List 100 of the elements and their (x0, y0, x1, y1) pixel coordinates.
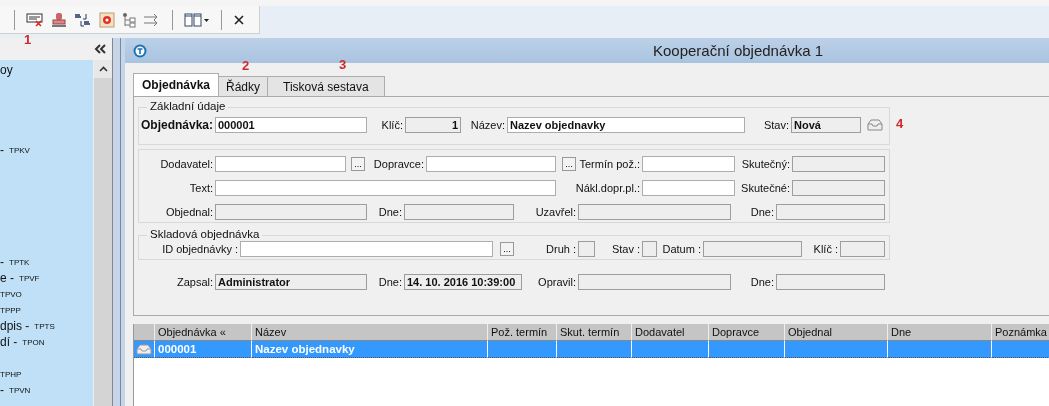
readonly-field[interactable] (776, 274, 885, 290)
field-label: Druh : (546, 243, 576, 255)
field-label: Dne: (378, 206, 402, 218)
column-header[interactable]: Název (252, 324, 488, 341)
sidebar-item-code[interactable]: TPTK (9, 257, 30, 267)
field-label: Objednal: (165, 206, 213, 218)
field-label: Zapsal: (176, 276, 213, 288)
field-label: Text: (189, 182, 213, 194)
column-header[interactable]: Poznámka (992, 324, 1049, 341)
field-label: Objednávka: (140, 118, 213, 132)
readonly-field[interactable] (215, 204, 367, 220)
column-header[interactable]: Dopravce (709, 324, 785, 341)
browse-button[interactable]: ... (562, 157, 576, 171)
sidebar-item-code[interactable]: TPON (22, 337, 45, 347)
text-field[interactable]: 000001 (215, 117, 367, 133)
field-label: ID objednávky : (162, 243, 238, 255)
sidebar-item-code[interactable]: TPPP (0, 305, 21, 315)
readonly-field[interactable] (776, 204, 885, 220)
text-field[interactable] (642, 156, 735, 172)
field-label: Název: (470, 119, 505, 131)
tree-icon[interactable] (122, 11, 136, 28)
field-label: Termín pož.: (579, 158, 640, 170)
text-field[interactable] (215, 180, 556, 196)
field-label: Opravil: (538, 276, 576, 288)
sidebar-item-code[interactable]: TPVN (9, 385, 31, 395)
readonly-field[interactable]: 1 (405, 117, 461, 133)
readonly-field[interactable] (642, 241, 657, 257)
readonly-field[interactable] (578, 274, 731, 290)
sidebar-item-text[interactable]: - (0, 143, 4, 157)
stamp-icon[interactable] (51, 11, 67, 28)
header-cell (134, 324, 155, 341)
annotation-number: 3 (339, 57, 347, 72)
readonly-field[interactable]: Administrator (215, 274, 367, 290)
sidebar-item-code[interactable]: TPTS (34, 321, 55, 331)
readonly-field[interactable] (578, 241, 595, 257)
field-label: Stav: (763, 119, 789, 131)
envelope-icon (136, 343, 152, 355)
splitter[interactable] (113, 38, 121, 406)
column-header[interactable]: Pož. termín (488, 324, 557, 341)
sidebar-item-code[interactable]: TPHP (0, 369, 22, 379)
columns-icon[interactable] (184, 12, 210, 27)
tab[interactable]: Tisková sestava (267, 76, 385, 96)
annotation-number: 4 (896, 116, 904, 131)
readonly-field[interactable] (703, 241, 802, 257)
field-label: Dne: (750, 206, 774, 218)
field-label: Dne: (378, 276, 402, 288)
column-header[interactable]: Objednal (785, 324, 888, 341)
field-label: Dopravce: (373, 158, 424, 170)
readonly-field[interactable] (578, 204, 731, 220)
column-header[interactable]: Dne (888, 324, 992, 341)
table-cell: Nazev objednavky (255, 343, 355, 355)
readonly-field[interactable]: Nová (791, 117, 861, 133)
envelope-icon[interactable] (867, 119, 883, 131)
field-label: Stav : (611, 243, 640, 255)
tab[interactable]: Objednávka (133, 73, 220, 96)
readonly-field[interactable] (404, 204, 514, 220)
field-label: Skutečné: (741, 182, 790, 194)
annotation-number: 2 (242, 58, 250, 73)
table-cell: 000001 (158, 343, 197, 355)
scroll-up-icon[interactable] (98, 66, 108, 72)
browse-button[interactable]: ... (351, 157, 365, 171)
text-field[interactable] (240, 241, 493, 257)
sidebar-item-code[interactable]: TPKV (9, 145, 30, 155)
field-label: Datum : (662, 243, 701, 255)
column-header[interactable]: Skut. termín (557, 324, 632, 341)
readonly-field[interactable] (840, 241, 885, 257)
sidebar-item-text[interactable]: - (0, 383, 4, 397)
sidebar-item-code[interactable]: TPVF (19, 273, 40, 283)
readonly-field[interactable]: 14. 10. 2016 10:39:00 (404, 274, 522, 290)
sidebar-item-text[interactable]: - (0, 255, 4, 269)
browse-button[interactable]: ... (500, 242, 514, 256)
close-icon[interactable] (233, 13, 245, 26)
field-label: Skutečný: (741, 158, 790, 170)
annotation-number: 1 (24, 32, 32, 47)
sidebar-item-text[interactable]: dpis - (0, 319, 30, 333)
column-header[interactable]: Objednávka « (155, 324, 252, 341)
text-field[interactable]: Nazev objednavky (507, 117, 745, 133)
window-title: Kooperační objednávka 1 (653, 42, 824, 59)
collapse-icon[interactable] (94, 44, 106, 54)
text-field[interactable] (215, 156, 346, 172)
readonly-field[interactable] (792, 156, 885, 172)
text-field[interactable] (426, 156, 556, 172)
column-header[interactable]: Dodavatel (632, 324, 709, 341)
sidebar-item-text[interactable]: oy (0, 63, 13, 77)
text-field[interactable] (642, 180, 735, 196)
sidebar-item-text[interactable]: dí - (0, 335, 18, 349)
group-title: Základní údaje (147, 100, 229, 112)
field-label: Dne: (750, 276, 774, 288)
sidebar-item-code[interactable]: TPVO (0, 289, 22, 299)
field-label: Nákl.dopr.pl.: (575, 182, 640, 194)
tab[interactable]: Řádky (218, 76, 269, 96)
readonly-field[interactable] (792, 180, 885, 196)
field-label: Uzavřel: (535, 206, 576, 218)
sidebar-item-text[interactable]: e - (0, 271, 14, 285)
field-label: Dodavatel: (160, 158, 213, 170)
group-title: Skladová objednávka (147, 228, 263, 240)
field-label: Klíč : (813, 243, 838, 255)
app-logo-icon (133, 43, 147, 58)
scrollbar[interactable] (93, 60, 112, 406)
field-label: Klíč: (381, 119, 403, 131)
